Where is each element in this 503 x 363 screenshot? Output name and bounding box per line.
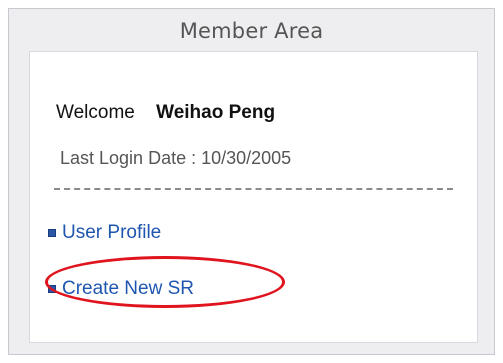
create-new-sr-link[interactable]: Create New SR (62, 278, 194, 300)
square-bullet-icon (48, 285, 56, 293)
panel-title: Member Area (179, 19, 324, 43)
create-new-sr-link-row[interactable]: Create New SR (48, 278, 194, 300)
welcome-label: Welcome (56, 102, 135, 123)
welcome-row: Welcome Weihao Peng (56, 102, 275, 124)
user-profile-link-row[interactable]: User Profile (48, 222, 161, 244)
user-profile-link[interactable]: User Profile (62, 222, 161, 244)
user-name: Weihao Peng (156, 102, 276, 123)
last-login-date: Last Login Date : 10/30/2005 (60, 148, 292, 168)
square-bullet-icon (48, 229, 56, 237)
dashed-divider (54, 188, 453, 190)
member-area-content: Welcome Weihao Peng Last Login Date : 10… (29, 51, 478, 343)
member-area-panel: Member Area Welcome Weihao Peng Last Log… (8, 8, 495, 355)
